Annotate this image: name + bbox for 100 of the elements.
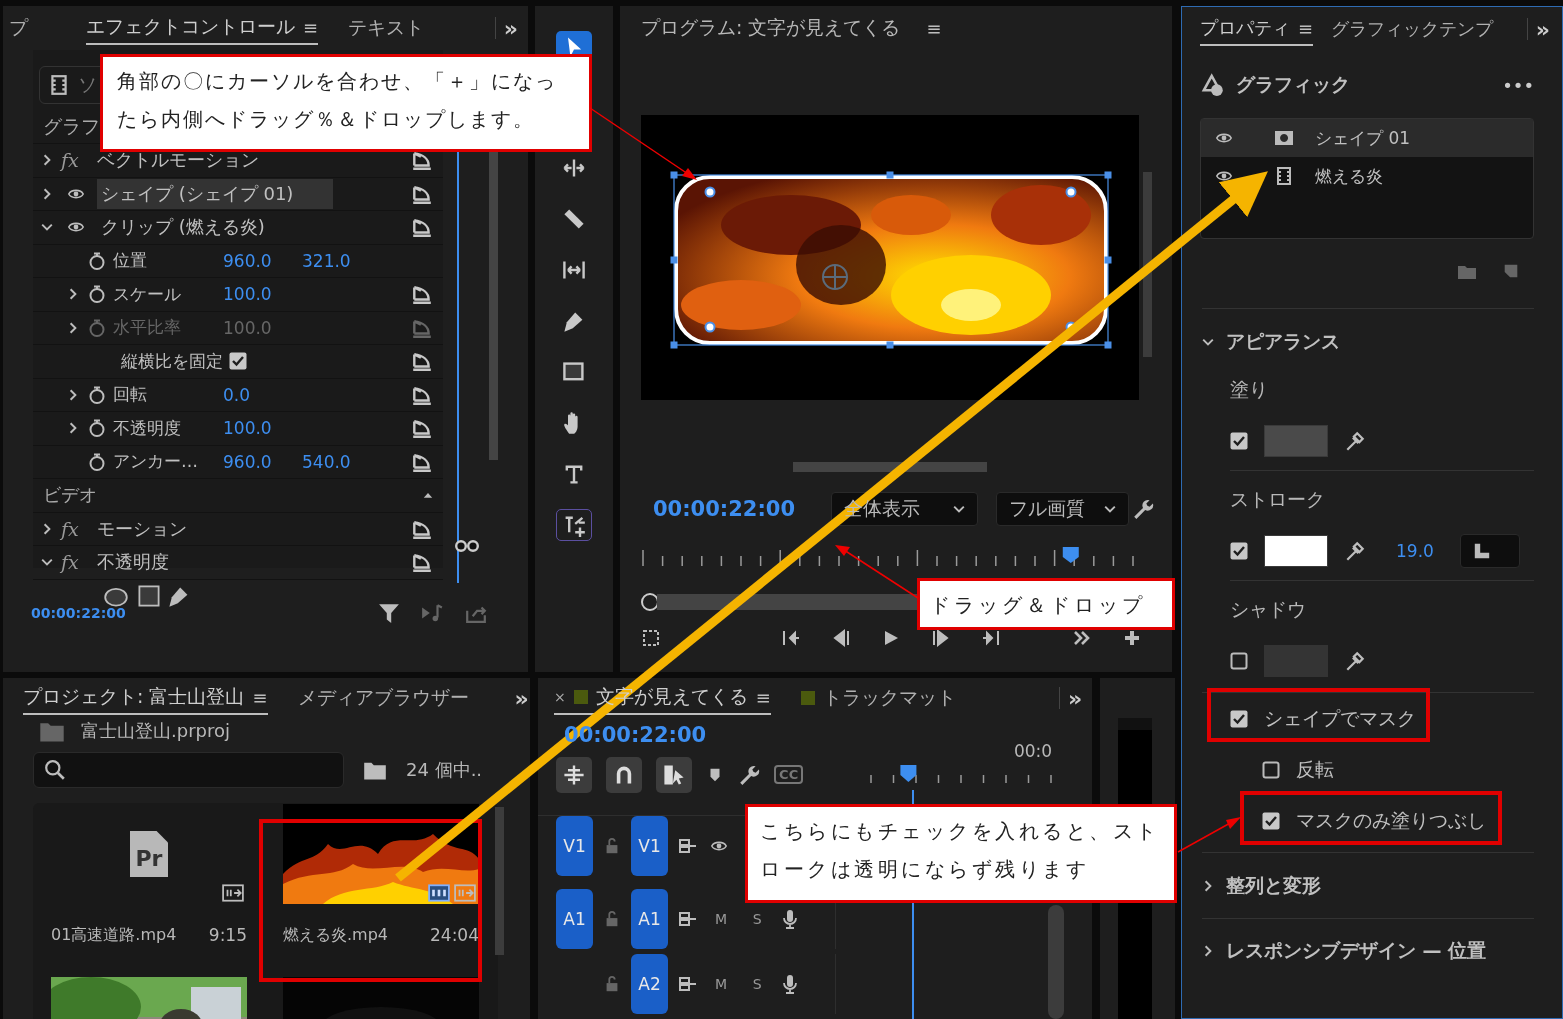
stroke-width-value[interactable]: 19.0	[1396, 541, 1434, 561]
sync-lock-icon[interactable]	[678, 836, 699, 856]
checkbox[interactable]	[1230, 432, 1248, 450]
overflow-button[interactable]: »	[1535, 16, 1550, 42]
overflow-button[interactable]: »	[514, 685, 529, 711]
tab[interactable]: プ	[9, 15, 28, 41]
rectangle-mask-icon[interactable]	[137, 583, 161, 608]
tab[interactable]: テキスト	[348, 15, 425, 41]
playhead[interactable]	[900, 764, 917, 782]
solo-button[interactable]: S	[744, 976, 771, 992]
safe-margins-icon[interactable]	[641, 628, 661, 648]
quality-dropdown[interactable]: フル画質	[996, 492, 1130, 526]
property-value[interactable]: 960.0	[223, 451, 296, 472]
captions-button[interactable]: CC	[774, 765, 804, 785]
selection-bounding-box[interactable]	[670, 171, 1112, 349]
time-ruler[interactable]	[642, 549, 1134, 567]
sync-lock-icon[interactable]	[678, 974, 699, 994]
color-swatch[interactable]	[1264, 425, 1328, 457]
property-label: 塗り	[1229, 377, 1269, 402]
stopwatch-icon[interactable]	[87, 418, 107, 439]
property-value[interactable]: 100.0	[223, 418, 296, 439]
filter-icon[interactable]	[378, 602, 400, 624]
search-field[interactable]	[33, 752, 344, 788]
checkbox[interactable]	[1230, 542, 1248, 560]
stopwatch-icon[interactable]	[87, 284, 107, 305]
scrub-handle[interactable]	[641, 593, 659, 611]
go-out-icon[interactable]	[981, 628, 1001, 648]
solo-button[interactable]: S	[744, 911, 771, 927]
tab[interactable]: グラフィックテンプ	[1331, 17, 1494, 41]
stopwatch-icon[interactable]	[87, 384, 107, 405]
wrench-icon[interactable]	[1132, 498, 1154, 520]
tab[interactable]: エフェクトコントロール	[86, 14, 295, 40]
zoom-scrollbar[interactable]	[793, 462, 987, 472]
eyedropper-icon[interactable]	[1344, 430, 1366, 452]
sync-lock-icon[interactable]	[678, 909, 699, 929]
wrench-icon[interactable]	[738, 763, 761, 786]
property-value[interactable]: 960.0	[223, 250, 296, 271]
mute-button[interactable]: M	[708, 911, 735, 927]
overflow-button[interactable]: »	[1067, 685, 1083, 711]
remix-tool-icon[interactable]	[556, 509, 592, 541]
project-path: 富士山登山.prproj	[81, 719, 230, 743]
new-item-icon[interactable]	[1502, 262, 1520, 280]
scrollbar[interactable]	[495, 807, 504, 955]
source-patch[interactable]: A1	[556, 889, 594, 949]
checkbox[interactable]	[229, 352, 247, 371]
close-button[interactable]: ×	[554, 689, 566, 705]
panel-menu-button[interactable]: ≡	[252, 686, 268, 708]
property-value[interactable]: 0.0	[223, 384, 296, 405]
play-audio-icon[interactable]	[420, 602, 444, 624]
stopwatch-icon[interactable]	[87, 451, 107, 472]
go-in-icon[interactable]	[781, 628, 801, 648]
playhead[interactable]	[1062, 547, 1079, 563]
linked-selection-icon[interactable]	[656, 756, 693, 793]
panel-menu-button[interactable]: ≡	[1298, 17, 1314, 39]
property-value[interactable]: 100.0	[223, 284, 296, 305]
checkbox[interactable]	[1230, 709, 1248, 728]
time-ruler[interactable]	[870, 774, 1052, 784]
add-icon[interactable]	[1122, 628, 1142, 648]
ruler-time: 00:0	[1013, 740, 1053, 761]
eyedropper-icon[interactable]	[1344, 650, 1366, 672]
checkbox[interactable]	[1262, 760, 1280, 779]
tab[interactable]: トラックマット	[822, 685, 956, 711]
stopwatch-icon[interactable]	[87, 250, 107, 271]
corner-icon	[1472, 542, 1491, 560]
layer-row[interactable]: シェイプ 01	[1201, 119, 1533, 157]
scrollbar[interactable]	[489, 150, 498, 460]
file-name: 01高速道路.mp4	[51, 924, 177, 946]
mute-button[interactable]: M	[708, 976, 735, 992]
property-value[interactable]: 321.0	[302, 250, 375, 271]
tab[interactable]: プロパティ	[1200, 16, 1290, 40]
more-button[interactable]: •••	[1502, 74, 1550, 96]
overflow-button[interactable]: »	[503, 15, 518, 41]
timecode[interactable]: 00:00:22:00	[31, 605, 126, 621]
source-label: グラフ	[42, 113, 100, 139]
checkbox[interactable]	[1230, 652, 1248, 670]
checkbox[interactable]	[1262, 811, 1280, 830]
timecode[interactable]: 00:00:22:00	[653, 497, 796, 521]
track-target[interactable]: V1	[631, 816, 669, 876]
track-target[interactable]: A1	[631, 889, 669, 949]
track-target[interactable]: A2	[631, 954, 669, 1014]
step-forward-icon[interactable]	[931, 628, 951, 648]
stroke-position-button[interactable]	[1459, 534, 1520, 568]
snap-icon[interactable]	[606, 756, 643, 793]
checkbox-label: シェイプでマスク	[1264, 705, 1416, 731]
section-title: 整列と変形	[1226, 873, 1321, 898]
tab[interactable]: プロジェクト: 富士山登山	[23, 684, 245, 710]
panel-menu-button[interactable]: ≡	[303, 16, 319, 38]
step-back-icon[interactable]	[831, 628, 851, 648]
source-patch[interactable]: V1	[556, 816, 594, 876]
color-swatch[interactable]	[1264, 535, 1328, 567]
layer-row[interactable]: 燃える炎	[1201, 157, 1533, 195]
property-value[interactable]: 540.0	[302, 451, 375, 472]
scrollbar[interactable]	[1048, 905, 1065, 1019]
checkbox-label: マスクのみ塗りつぶし	[1296, 807, 1486, 833]
insert-nest-icon[interactable]	[556, 756, 593, 793]
tab[interactable]: メディアブラウザー	[297, 685, 469, 711]
scrollbar[interactable]	[1143, 172, 1152, 357]
panel-menu-button[interactable]: ≡	[926, 17, 942, 39]
panel-menu-button[interactable]: ≡	[755, 686, 771, 708]
eyedropper-icon[interactable]	[1344, 540, 1366, 562]
